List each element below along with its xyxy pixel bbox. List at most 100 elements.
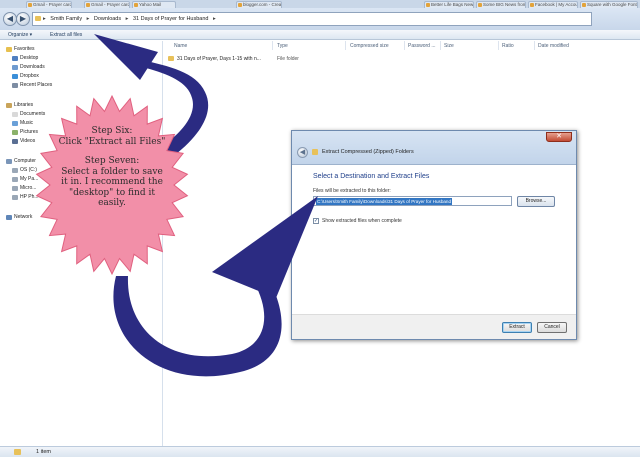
nav-recent-places[interactable]: Recent Places [12, 82, 52, 89]
back-button[interactable]: ◀ [3, 12, 17, 26]
destination-path-input[interactable]: C:\Users\Smith Family\Downloads\31 Days … [313, 196, 512, 206]
dialog-footer: Extract Cancel [292, 314, 576, 339]
show-files-checkbox[interactable]: ✓ [313, 218, 319, 224]
step-six-body: Click "Extract all Files" [58, 136, 166, 147]
nav-hp[interactable]: HP Ph... [12, 194, 39, 201]
videos-icon [12, 139, 18, 144]
nav-label: Micro... [20, 185, 37, 191]
dialog-close-button[interactable]: ✕ [546, 132, 572, 142]
forward-arrow-icon: ▶ [19, 14, 27, 23]
nav-favorites[interactable]: Favorites [6, 46, 35, 53]
forward-button[interactable]: ▶ [16, 12, 30, 26]
drive-icon [12, 186, 18, 191]
star-icon [6, 47, 12, 52]
nav-desktop[interactable]: Desktop [12, 55, 38, 62]
nav-dropbox[interactable]: Dropbox [12, 73, 39, 80]
browser-tab[interactable]: Square with Google Fonts [580, 1, 638, 8]
breadcrumb-separator: ▸ [86, 16, 90, 22]
file-type: File folder [277, 56, 299, 62]
browser-tab[interactable]: Gmail - Prayer cards - ... [84, 1, 130, 8]
nav-music[interactable]: Music [12, 120, 33, 127]
organize-button[interactable]: Organize ▾ [8, 32, 32, 38]
dropbox-icon [12, 74, 18, 79]
back-arrow-icon: ◀ [299, 149, 306, 156]
browser-tab[interactable]: Some BIG News from ... [476, 1, 526, 8]
nav-label: Libraries [14, 102, 34, 108]
nav-videos[interactable]: Videos [12, 138, 35, 145]
cancel-button[interactable]: Cancel [537, 322, 567, 333]
dialog-caption: Extract Compressed (Zipped) Folders [322, 149, 414, 155]
dialog-title-bar: ✕ ◀ Extract Compressed (Zipped) Folders [292, 131, 576, 165]
column-divider [440, 41, 441, 50]
destination-path-value: C:\Users\Smith Family\Downloads\31 Days … [316, 198, 453, 205]
column-divider [404, 41, 405, 50]
browser-tab-strip: Gmail - Prayer cards Gmail - Prayer card… [0, 0, 640, 8]
nav-libraries[interactable]: Libraries [6, 102, 33, 109]
column-header-name[interactable]: Name [174, 43, 187, 49]
nav-micro[interactable]: Micro... [12, 185, 36, 192]
documents-icon [12, 112, 18, 117]
nav-pictures[interactable]: Pictures [12, 129, 38, 136]
browser-tab[interactable]: Facebook | My Account [528, 1, 578, 8]
extract-button[interactable]: Extract [502, 322, 532, 333]
browser-tab[interactable]: Better Life Bags Newsletter [424, 1, 474, 8]
instruction-text: Step Six: Click "Extract all Files" Step… [36, 126, 188, 209]
dialog-back-button[interactable]: ◀ [297, 147, 308, 158]
browser-tab[interactable]: blogger.com - Create Post [236, 1, 282, 8]
show-files-label: Show extracted files when complete [322, 218, 402, 224]
drive-icon [12, 195, 18, 200]
column-header-date-modified[interactable]: Date modified [538, 43, 569, 49]
extract-all-files-button[interactable]: Extract all files [50, 32, 82, 38]
nav-label: Favorites [14, 46, 35, 52]
nav-label: OS (C:) [20, 167, 37, 173]
nav-my-passport[interactable]: My Pa... [12, 176, 38, 183]
nav-label: Recent Places [20, 82, 53, 88]
instruction-note: Step Six: Click "Extract all Files" Step… [36, 96, 188, 274]
nav-downloads[interactable]: Downloads [12, 64, 45, 71]
address-bar[interactable]: ▸ Smith Family ▸ Downloads ▸ 31 Days of … [32, 12, 592, 26]
nav-label: Music [20, 120, 34, 126]
nav-label: Downloads [20, 64, 45, 70]
breadcrumb-separator: ▸ [125, 16, 129, 22]
folder-icon [14, 449, 21, 455]
dialog-heading: Select a Destination and Extract Files [313, 173, 430, 180]
nav-label: Network [14, 214, 33, 220]
file-name: 31 Days of Prayer, Days 1-15 with n... [177, 56, 261, 62]
browser-tab[interactable]: Yahoo Mail [132, 1, 176, 8]
folder-icon [168, 56, 174, 61]
network-icon [6, 215, 12, 220]
destination-label: Files will be extracted to this folder: [313, 188, 391, 194]
music-icon [12, 121, 18, 126]
column-header-password[interactable]: Password ... [408, 43, 436, 49]
breadcrumb-smith-family[interactable]: Smith Family [50, 16, 82, 22]
close-icon: ✕ [556, 133, 562, 140]
nav-network[interactable]: Network [6, 214, 32, 221]
step-seven-line-4: easily. [98, 198, 126, 208]
column-header-type[interactable]: Type [277, 43, 288, 49]
drive-icon [12, 168, 18, 173]
computer-icon [6, 159, 12, 164]
checkmark-icon: ✓ [314, 218, 319, 224]
desktop-icon [12, 56, 18, 61]
file-row[interactable]: 31 Days of Prayer, Days 1-15 with n... [168, 56, 261, 62]
browse-button[interactable]: Browse... [517, 196, 555, 207]
column-header-compressed-size[interactable]: Compressed size [350, 43, 389, 49]
step-seven-line-2: it in. I recommend the [61, 177, 163, 187]
column-header-size[interactable]: Size [444, 43, 454, 49]
library-icon [6, 103, 12, 108]
nav-computer[interactable]: Computer [6, 158, 36, 165]
item-count: 1 item [36, 449, 51, 455]
column-divider [345, 41, 346, 50]
step-seven-title: Step Seven: [84, 156, 140, 166]
breadcrumb-downloads[interactable]: Downloads [94, 16, 121, 22]
browser-tab[interactable]: Gmail - Prayer cards [26, 1, 72, 8]
folder-icon [35, 16, 41, 21]
extract-dialog: ✕ ◀ Extract Compressed (Zipped) Folders … [291, 130, 577, 340]
breadcrumb-current-folder[interactable]: 31 Days of Prayer for Husband [133, 16, 209, 22]
column-header-ratio[interactable]: Ratio [502, 43, 514, 49]
nav-os-drive[interactable]: OS (C:) [12, 167, 37, 174]
nav-label: Dropbox [20, 73, 39, 79]
drive-icon [12, 177, 18, 182]
breadcrumb-separator: ▸ [43, 16, 46, 22]
back-arrow-icon: ◀ [6, 14, 14, 23]
